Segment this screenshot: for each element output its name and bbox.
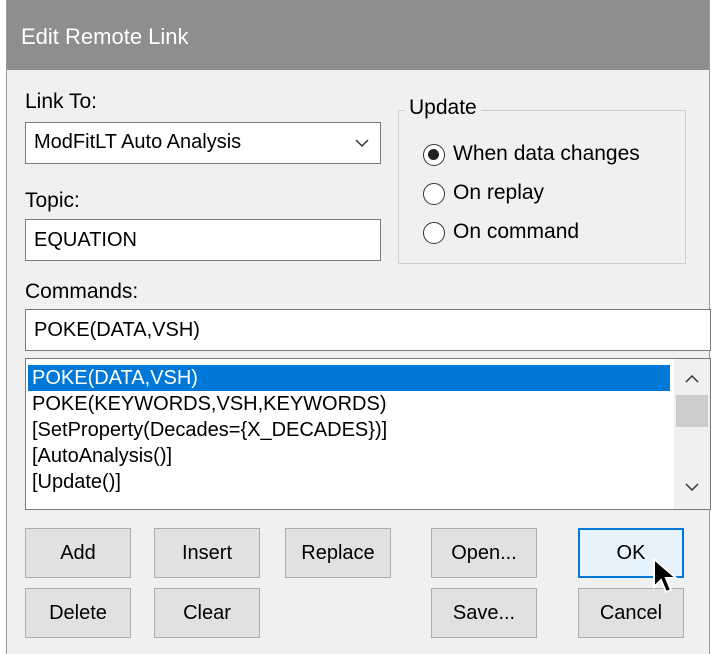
radio-label: On command — [453, 220, 580, 243]
radio-label: When data changes — [453, 142, 640, 165]
list-item[interactable]: [Update()] — [28, 469, 670, 495]
radio-button[interactable] — [423, 222, 445, 244]
open-button[interactable]: Open... — [431, 528, 537, 578]
list-scrollbar[interactable] — [674, 359, 710, 509]
topic-label: Topic: — [25, 189, 80, 212]
link-to-value: ModFitLT Auto Analysis — [34, 131, 242, 153]
add-button[interactable]: Add — [25, 528, 131, 578]
topic-input[interactable]: EQUATION — [25, 219, 381, 261]
link-to-label: Link To: — [25, 90, 97, 113]
mouse-pointer-icon — [653, 557, 679, 594]
list-item-selected[interactable]: POKE(DATA,VSH) — [28, 365, 670, 391]
scroll-up-icon[interactable] — [684, 371, 700, 387]
command-value: POKE(DATA,VSH) — [34, 319, 200, 341]
scroll-thumb[interactable] — [676, 395, 708, 427]
list-item[interactable]: [SetProperty(Decades={X_DECADES})] — [28, 417, 670, 443]
delete-button[interactable]: Delete — [25, 588, 131, 638]
topic-value: EQUATION — [34, 229, 137, 251]
clear-button[interactable]: Clear — [154, 588, 260, 638]
commands-list[interactable]: POKE(DATA,VSH) POKE(KEYWORDS,VSH,KEYWORD… — [25, 358, 711, 510]
insert-button[interactable]: Insert — [154, 528, 260, 578]
window-title: Edit Remote Link — [21, 24, 189, 49]
command-input[interactable]: POKE(DATA,VSH) — [25, 309, 711, 351]
scroll-down-icon[interactable] — [684, 479, 700, 495]
title-bar[interactable]: Edit Remote Link — [7, 0, 709, 70]
save-button[interactable]: Save... — [431, 588, 537, 638]
radio-label: On replay — [453, 181, 545, 204]
edit-remote-link-dialog: Edit Remote Link Link To: ModFitLT Auto … — [6, 0, 711, 654]
list-item[interactable]: POKE(KEYWORDS,VSH,KEYWORDS) — [28, 391, 670, 417]
chevron-down-icon — [355, 139, 369, 148]
radio-button-selected[interactable] — [423, 144, 445, 166]
list-item[interactable]: [AutoAnalysis()] — [28, 443, 670, 469]
replace-button[interactable]: Replace — [285, 528, 391, 578]
commands-label: Commands: — [25, 280, 139, 303]
link-to-dropdown[interactable]: ModFitLT Auto Analysis — [25, 122, 381, 164]
update-group-label: Update — [405, 96, 481, 120]
radio-button[interactable] — [423, 183, 445, 205]
